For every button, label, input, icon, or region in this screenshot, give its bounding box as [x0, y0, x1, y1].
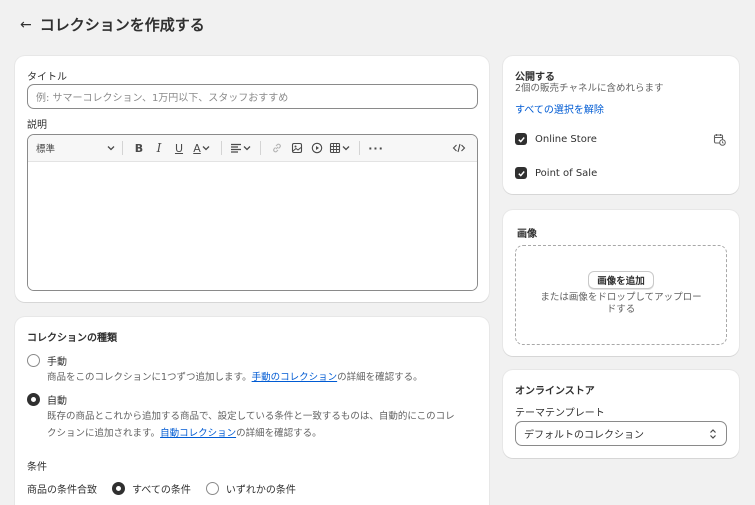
chevron-down-icon	[342, 146, 350, 151]
underline-icon[interactable]: U	[169, 138, 189, 158]
video-icon[interactable]	[307, 138, 327, 158]
collection-type-card: コレクションの種類 手動 商品をこのコレクションに1つずつ追加します。手動のコレ…	[15, 317, 489, 505]
deselect-all-link[interactable]: すべての選択を解除	[515, 101, 604, 116]
theme-template-value: デフォルトのコレクション	[524, 430, 644, 441]
title-input[interactable]: 例: サマーコレクション、1万円以下、スタッフおすすめ	[27, 84, 478, 109]
schedule-icon[interactable]	[713, 133, 726, 149]
toolbar-divider	[122, 141, 123, 155]
manual-option[interactable]: 手動	[27, 353, 67, 368]
online-store-label: Online Store	[535, 133, 597, 145]
automatic-collection-link[interactable]: 自動コレクション	[160, 428, 236, 439]
title-label: タイトル	[27, 72, 67, 83]
conditions-heading: 条件	[27, 462, 47, 473]
automatic-desc-line1: 既存の商品とこれから追加する商品で、設定している条件と一致するものは、自動的にこ…	[47, 411, 455, 422]
checkmark-icon	[517, 170, 525, 177]
chevron-down-icon	[243, 146, 251, 151]
description-textarea[interactable]	[28, 162, 477, 290]
automatic-desc-suffix: の詳細を確認する。	[236, 428, 322, 439]
manual-desc-text: 商品をこのコレクションに1つずつ追加します。	[47, 372, 252, 383]
description-label: 説明	[27, 120, 47, 131]
online-store-heading: オンラインストア	[515, 386, 595, 397]
match-label: 商品の条件合致	[27, 485, 97, 496]
bold-icon[interactable]: B	[129, 138, 149, 158]
editor-toolbar: 標準 B I U A ···	[28, 135, 477, 162]
more-icon[interactable]: ···	[366, 138, 386, 158]
match-row: 商品の条件合致 すべての条件 いずれかの条件	[27, 481, 296, 496]
match-all-radio[interactable]	[112, 482, 125, 495]
manual-collection-link[interactable]: 手動のコレクション	[252, 372, 338, 383]
collection-type-heading: コレクションの種類	[27, 333, 117, 344]
channel-point-of-sale[interactable]: Point of Sale	[515, 167, 597, 179]
title-description-card: タイトル 例: サマーコレクション、1万円以下、スタッフおすすめ 説明 標準 B…	[15, 56, 489, 302]
image-heading: 画像	[517, 229, 537, 240]
theme-template-label: テーマテンプレート	[515, 408, 605, 419]
drop-text: または画像をドロップしてアップロー ドする	[516, 292, 726, 316]
text-color-icon[interactable]: A	[189, 138, 215, 158]
add-image-button[interactable]: 画像を追加	[588, 271, 654, 289]
drop-text-line2: ドする	[606, 304, 636, 315]
select-arrows-icon	[710, 428, 716, 439]
automatic-desc-line2: クションに追加されます。	[47, 428, 161, 439]
code-view-icon[interactable]	[449, 138, 469, 158]
manual-radio[interactable]	[27, 354, 40, 367]
channel-online-store[interactable]: Online Store	[515, 133, 597, 145]
match-any-label: いずれかの条件	[225, 485, 296, 496]
format-select[interactable]: 標準	[36, 138, 116, 158]
publish-subtitle: 2個の販売チャネルに含めれらます	[515, 83, 664, 94]
chevron-down-icon	[202, 146, 210, 151]
align-icon[interactable]	[228, 138, 254, 158]
manual-label: 手動	[47, 357, 67, 368]
toolbar-divider	[221, 141, 222, 155]
image-card: 画像 画像を追加 または画像をドロップしてアップロー ドする	[503, 210, 739, 356]
toolbar-divider	[260, 141, 261, 155]
automatic-label: 自動	[47, 396, 67, 407]
manual-desc-suffix: の詳細を確認する。	[337, 372, 423, 383]
title-placeholder: 例: サマーコレクション、1万円以下、スタッフおすすめ	[36, 93, 289, 104]
chevron-down-icon	[107, 146, 115, 151]
automatic-radio[interactable]	[27, 393, 40, 406]
match-any-radio[interactable]	[205, 482, 219, 495]
toolbar-divider	[359, 141, 360, 155]
manual-description: 商品をこのコレクションに1つずつ追加します。手動のコレクションの詳細を確認する。	[47, 369, 487, 386]
automatic-option[interactable]: 自動	[27, 392, 67, 407]
description-editor: 標準 B I U A ···	[27, 134, 478, 291]
publish-card: 公開する 2個の販売チャネルに含めれらます すべての選択を解除 Online S…	[503, 56, 739, 194]
drop-text-line1: または画像をドロップしてアップロー	[540, 292, 702, 303]
online-store-checkbox[interactable]	[515, 133, 527, 145]
image-drop-zone[interactable]: 画像を追加 または画像をドロップしてアップロー ドする	[515, 245, 727, 345]
italic-icon[interactable]: I	[149, 138, 169, 158]
table-icon[interactable]	[327, 138, 353, 158]
point-of-sale-label: Point of Sale	[535, 167, 598, 179]
point-of-sale-checkbox[interactable]	[515, 167, 527, 179]
format-select-value: 標準	[36, 144, 56, 155]
match-all-label: すべての条件	[132, 485, 191, 496]
checkmark-icon	[517, 136, 525, 143]
theme-template-select[interactable]: デフォルトのコレクション	[515, 421, 727, 446]
link-icon[interactable]	[267, 138, 287, 158]
back-arrow-icon[interactable]: ←	[20, 18, 32, 32]
online-store-card: オンラインストア テーマテンプレート デフォルトのコレクション	[503, 370, 739, 458]
page-header: ← コレクションを作成する	[20, 14, 205, 35]
page-title: コレクションを作成する	[39, 16, 205, 34]
image-icon[interactable]	[287, 138, 307, 158]
automatic-description: 既存の商品とこれから追加する商品で、設定している条件と一致するものは、自動的にこ…	[47, 408, 487, 442]
